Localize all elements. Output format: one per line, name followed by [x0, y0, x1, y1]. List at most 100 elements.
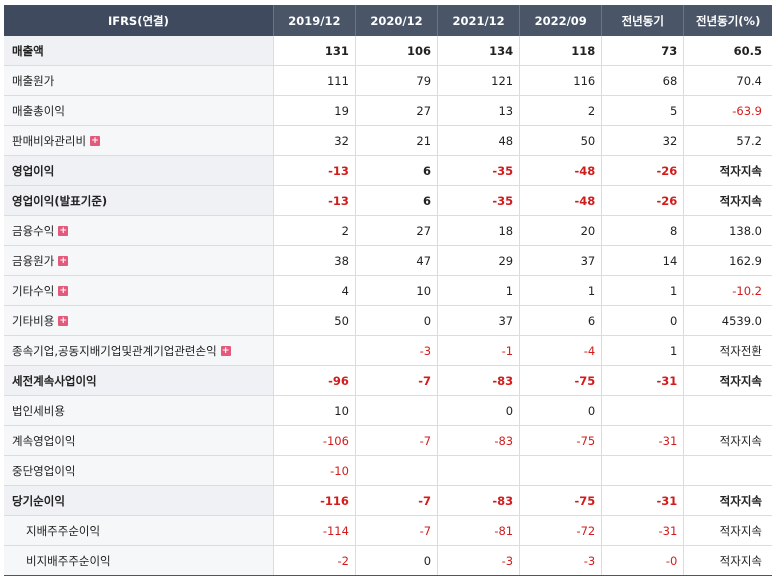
header-period-5: 전년동기 — [601, 5, 685, 36]
value-cell: -81 — [437, 515, 521, 546]
value-cell: -75 — [519, 425, 603, 456]
table-row: 기타수익 +4 10 1 1 1 -10.2 — [4, 275, 772, 306]
value-cell: -31 — [601, 515, 685, 546]
header-period-2: 2020/12 — [355, 5, 439, 36]
yoy-percent-cell: -63.9 — [683, 95, 772, 126]
expand-plus-icon[interactable]: + — [58, 316, 69, 326]
value-cell — [519, 455, 603, 486]
value-cell: 2 — [519, 95, 603, 126]
value-cell: 48 — [437, 125, 521, 156]
value-cell: -116 — [273, 485, 356, 516]
value-cell: 38 — [273, 245, 356, 276]
value-cell: -96 — [273, 365, 356, 396]
value-cell: -13 — [273, 155, 356, 186]
value-cell: 27 — [355, 215, 439, 246]
row-label: 영업이익 — [12, 163, 55, 178]
value-cell — [601, 455, 685, 486]
value-cell: 1 — [601, 335, 685, 366]
row-label: 지배주주순이익 — [26, 523, 101, 538]
row-label-cell: 매출원가 — [4, 65, 274, 96]
row-label-cell: 지배주주순이익 — [4, 515, 274, 546]
value-cell: -72 — [519, 515, 603, 546]
yoy-percent-cell — [683, 395, 772, 426]
yoy-percent-cell: 적자전환 — [683, 335, 772, 366]
value-cell: -10 — [273, 455, 356, 486]
row-label-cell[interactable]: 기타비용 + — [4, 305, 274, 336]
row-label-cell[interactable]: 금융원가 + — [4, 245, 274, 276]
value-cell — [601, 395, 685, 426]
table-row: 종속기업,공동지배기업및관계기업관련손익 + -3 -1 -4 1 적자전환 — [4, 335, 772, 366]
value-cell: -1 — [437, 335, 521, 366]
value-cell: 8 — [601, 215, 685, 246]
row-label-cell[interactable]: 기타수익 + — [4, 275, 274, 306]
financial-table-container: IFRS(연결) 2019/12 2020/12 2021/12 2022/09 전년동기… — [4, 5, 772, 576]
value-cell: 68 — [601, 65, 685, 96]
table-header: IFRS(연결) 2019/12 2020/12 2021/12 2022/09 전년동기… — [4, 5, 772, 36]
expand-plus-icon[interactable]: + — [90, 136, 101, 146]
value-cell — [355, 455, 439, 486]
row-label: 매출총이익 — [12, 103, 65, 118]
row-label-cell[interactable]: 종속기업,공동지배기업및관계기업관련손익 + — [4, 335, 274, 366]
table-row: 지배주주순이익 -114 -7 -81 -72 -31 적자지속 — [4, 515, 772, 546]
value-cell: 50 — [519, 125, 603, 156]
value-cell: -83 — [437, 425, 521, 456]
value-cell: 32 — [273, 125, 356, 156]
row-label: 매출액 — [12, 43, 44, 58]
value-cell: 131 — [273, 36, 356, 66]
value-cell: 118 — [519, 36, 603, 66]
table-row: 계속영업이익 -106 -7 -83 -75 -31 적자지속 — [4, 425, 772, 456]
row-label: 판매비와관리비 — [12, 133, 87, 148]
table-row: 법인세비용 10 0 0 — [4, 395, 772, 426]
value-cell: -31 — [601, 425, 685, 456]
expand-plus-icon[interactable]: + — [58, 286, 69, 296]
value-cell: 79 — [355, 65, 439, 96]
value-cell: 134 — [437, 36, 521, 66]
value-cell: 5 — [601, 95, 685, 126]
value-cell: 32 — [601, 125, 685, 156]
value-cell: -26 — [601, 155, 685, 186]
row-label-cell: 매출액 — [4, 36, 274, 66]
row-label-cell: 당기순이익 — [4, 485, 274, 516]
value-cell: 121 — [437, 65, 521, 96]
yoy-percent-cell: 162.9 — [683, 245, 772, 276]
row-label-cell: 비지배주주순이익 — [4, 545, 274, 576]
value-cell: -3 — [519, 545, 603, 576]
row-label: 금융원가 — [12, 253, 55, 268]
table-row: 비지배주주순이익 -2 0 -3 -3 -0 적자지속 — [4, 545, 772, 576]
value-cell: 10 — [355, 275, 439, 306]
expand-plus-icon[interactable]: + — [58, 256, 69, 266]
expand-plus-icon[interactable]: + — [220, 346, 231, 356]
value-cell: -48 — [519, 185, 603, 216]
value-cell: 106 — [355, 36, 439, 66]
value-cell: -7 — [355, 485, 439, 516]
table-bottom-border — [4, 575, 772, 576]
table-row: 중단영업이익 -10 — [4, 455, 772, 486]
row-label-cell[interactable]: 판매비와관리비 + — [4, 125, 274, 156]
value-cell: 4 — [273, 275, 356, 306]
value-cell: -26 — [601, 185, 685, 216]
value-cell: -35 — [437, 185, 521, 216]
table-row: 매출액 131 106 134 118 73 60.5 — [4, 36, 772, 66]
yoy-percent-cell: 4539.0 — [683, 305, 772, 336]
header-period-1: 2019/12 — [273, 5, 356, 36]
row-label: 중단영업이익 — [12, 463, 76, 478]
income-statement-table: IFRS(연결) 2019/12 2020/12 2021/12 2022/09 전년동기… — [4, 5, 772, 576]
row-label: 종속기업,공동지배기업및관계기업관련손익 — [12, 343, 217, 358]
row-label: 금융수익 — [12, 223, 55, 238]
row-label-cell: 법인세비용 — [4, 395, 274, 426]
row-label-cell[interactable]: 금융수익 + — [4, 215, 274, 246]
value-cell: -83 — [437, 365, 521, 396]
row-label: 기타비용 — [12, 313, 55, 328]
value-cell: 1 — [601, 275, 685, 306]
table-row: 영업이익(발표기준) -13 6 -35 -48 -26 적자지속 — [4, 185, 772, 216]
value-cell: -13 — [273, 185, 356, 216]
value-cell: 0 — [519, 395, 603, 426]
value-cell: 50 — [273, 305, 356, 336]
yoy-percent-cell: 57.2 — [683, 125, 772, 156]
expand-plus-icon[interactable]: + — [58, 226, 69, 236]
value-cell: 0 — [355, 545, 439, 576]
yoy-percent-cell: 적자지속 — [683, 155, 772, 186]
value-cell: 13 — [437, 95, 521, 126]
yoy-percent-cell — [683, 455, 772, 486]
value-cell: 19 — [273, 95, 356, 126]
